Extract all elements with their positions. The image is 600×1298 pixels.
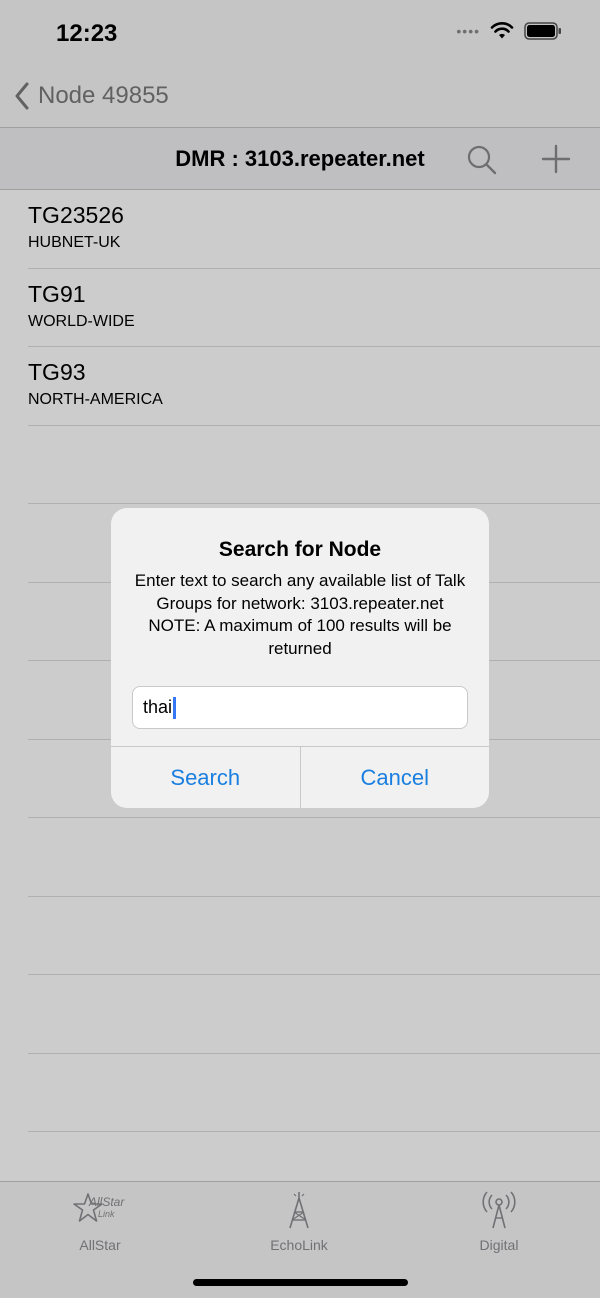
search-input-value: thai xyxy=(143,697,173,717)
alert-button-row: Search Cancel xyxy=(111,746,489,808)
alert-title: Search for Node xyxy=(218,538,382,561)
alert-message: Enter text to search any available list … xyxy=(134,571,466,658)
search-button[interactable]: Search xyxy=(111,747,300,808)
cancel-button[interactable]: Cancel xyxy=(299,747,490,808)
text-caret xyxy=(173,696,177,719)
search-alert-dialog: Search for Node Enter text to search any… xyxy=(111,508,489,808)
home-indicator[interactable] xyxy=(193,1279,408,1286)
search-input[interactable]: thai xyxy=(132,686,468,729)
